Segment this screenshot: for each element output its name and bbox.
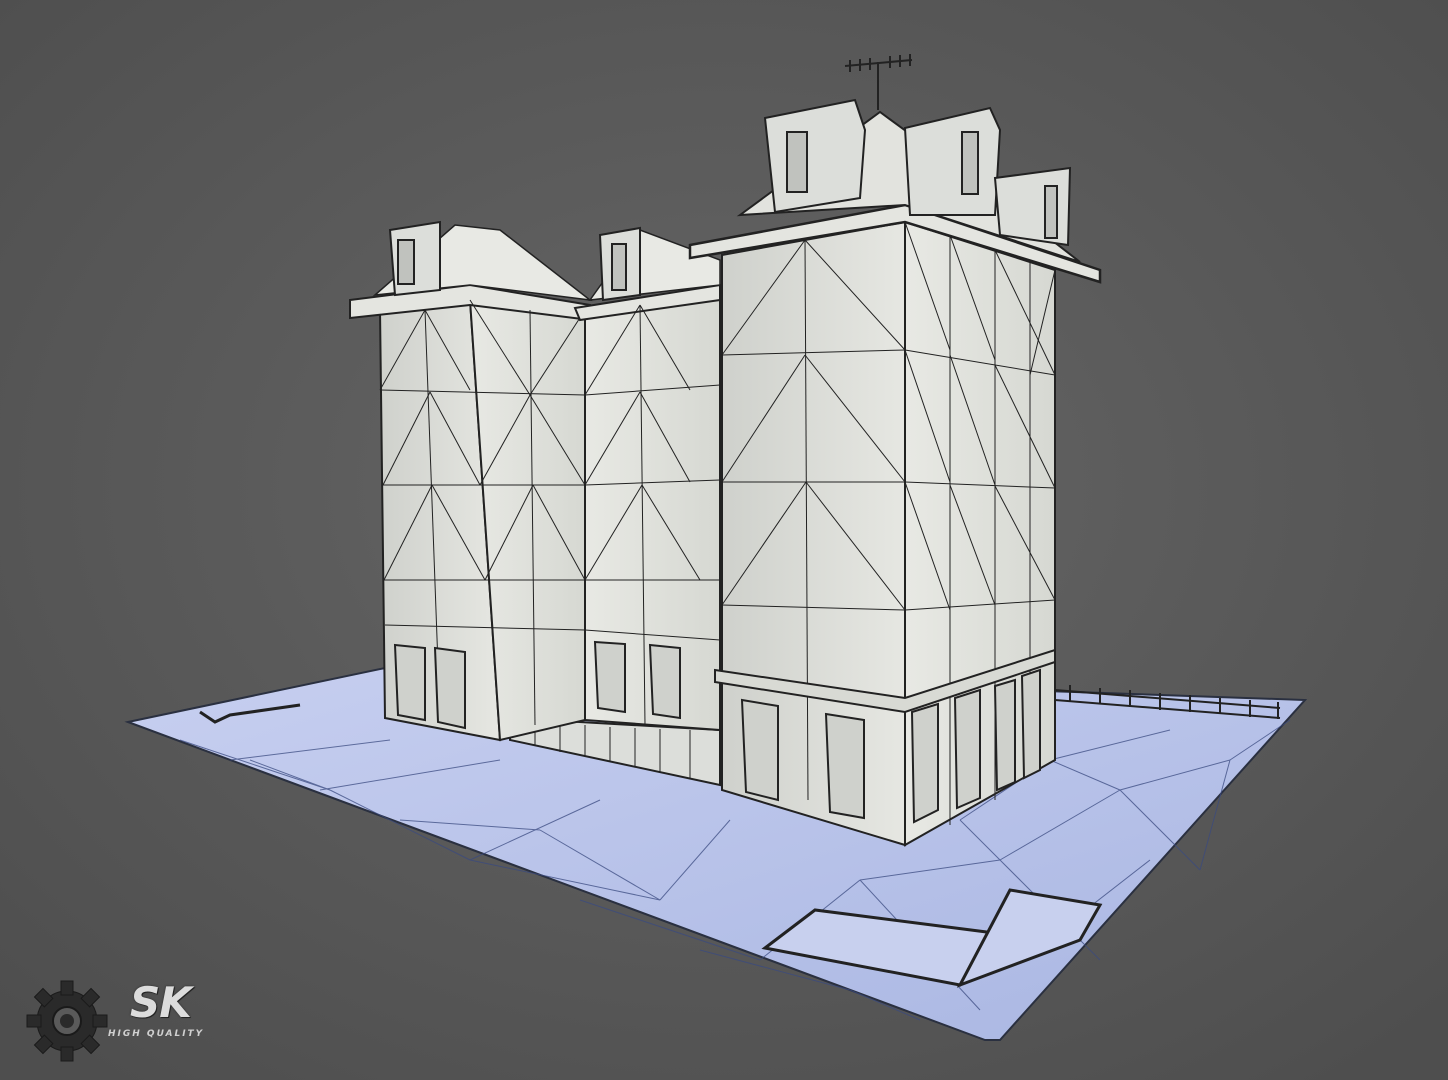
logo-tagline: HIGH QUALITY — [108, 1029, 205, 1039]
wireframe-building-render — [0, 0, 1448, 1080]
logo-mark: SK — [130, 978, 192, 1027]
left-wing — [349, 220, 593, 742]
watermark-logo: SK HIGH QUALITY — [22, 974, 222, 1070]
gear-icon — [26, 980, 108, 1062]
render-viewport: SK HIGH QUALITY — [0, 0, 1448, 1080]
